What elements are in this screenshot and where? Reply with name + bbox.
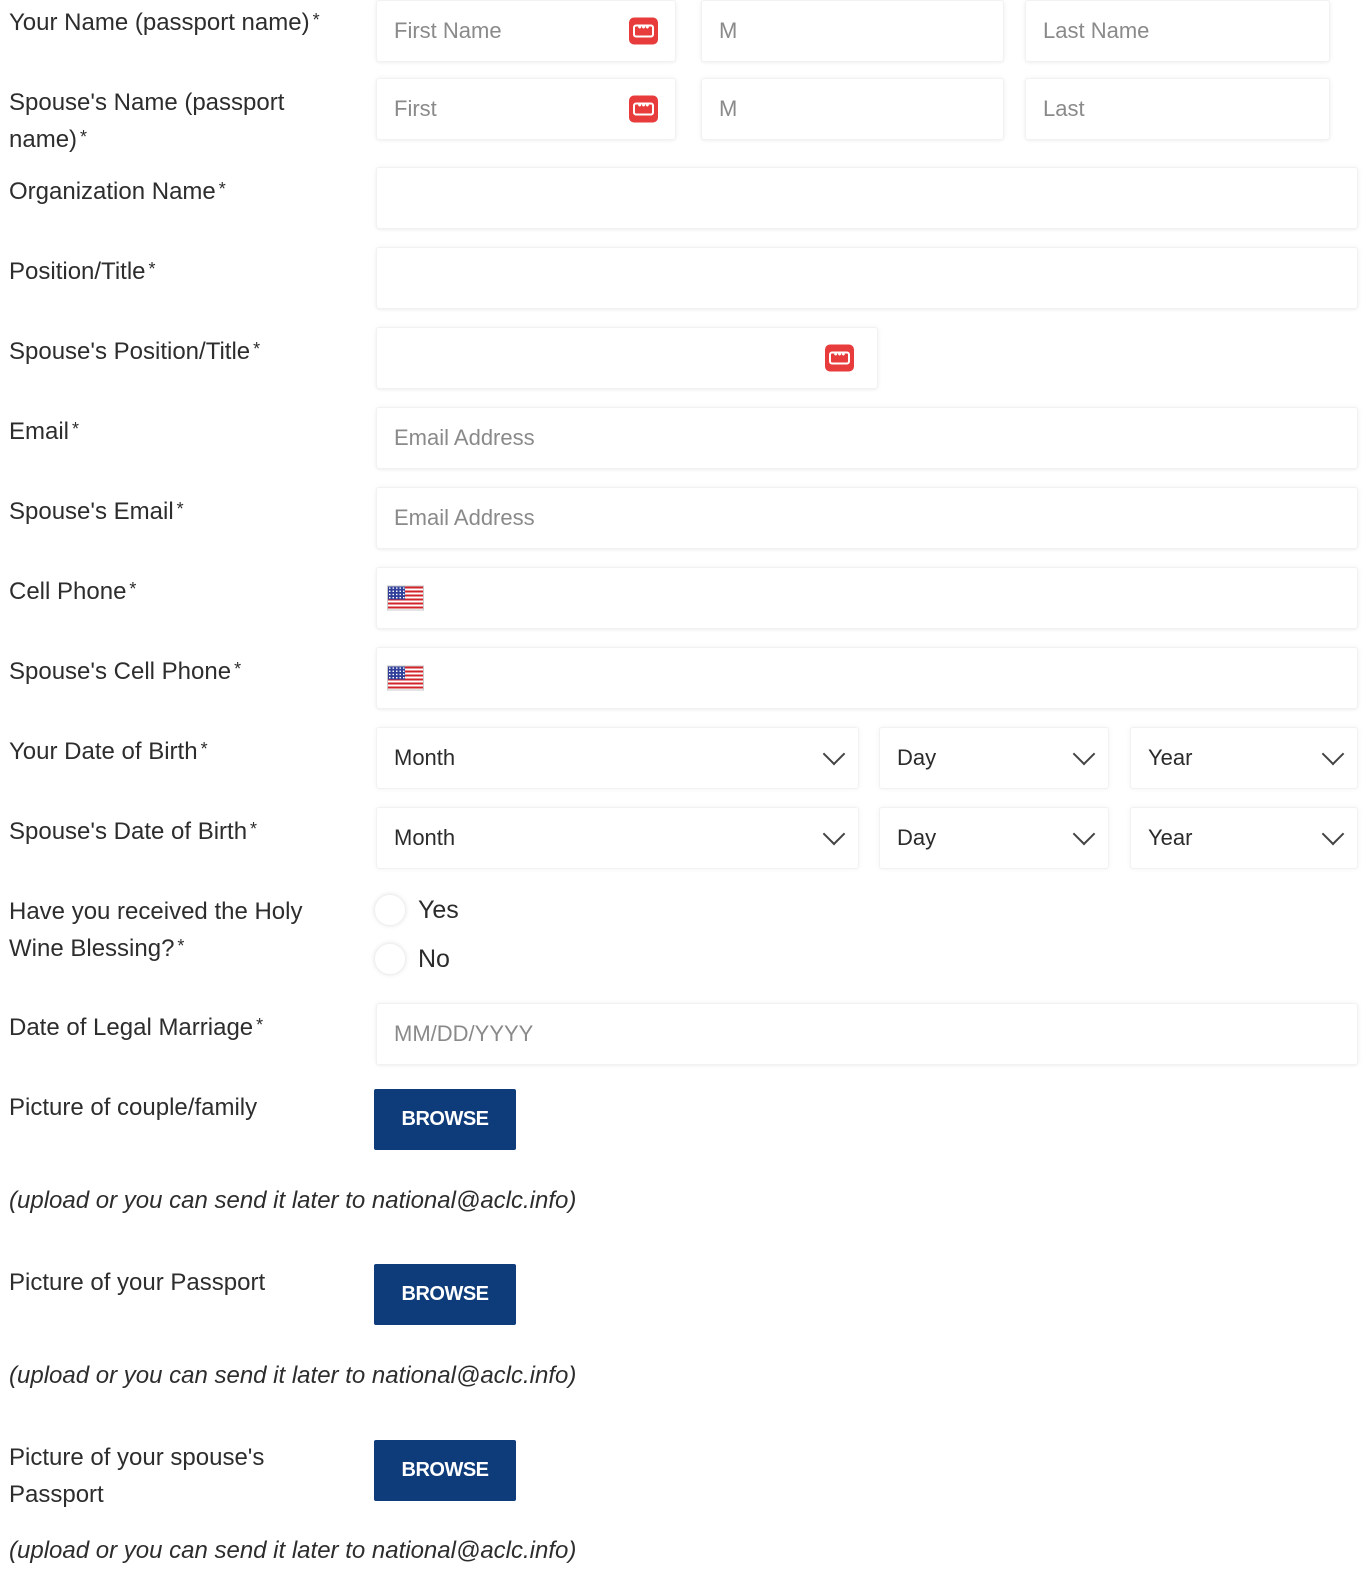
spouse-dob-day-value: Day xyxy=(897,825,937,850)
dob-month-value: Month xyxy=(394,745,456,770)
email-placeholder: Email Address xyxy=(394,425,535,450)
spouse-middle-initial-input[interactable]: M xyxy=(701,78,1004,140)
couple-picture-label: Picture of couple/family xyxy=(9,1094,258,1121)
email-label: Email * xyxy=(9,418,80,445)
spouse-dob-label: Spouse's Date of Birth * xyxy=(9,818,258,845)
passport-picture-label: Picture of your Passport xyxy=(9,1269,266,1296)
chevron-down-icon xyxy=(822,822,846,846)
spouse-cell-phone-label: Spouse's Cell Phone * xyxy=(9,658,242,685)
dob-year-select[interactable]: Year xyxy=(1130,727,1358,789)
last-name-input[interactable]: Last Name xyxy=(1025,0,1330,62)
couple-picture-browse-button[interactable]: BROWSE xyxy=(374,1089,516,1150)
spouse-email-placeholder: Email Address xyxy=(394,505,535,530)
dob-day-value: Day xyxy=(897,745,937,770)
first-name-input[interactable]: First Name xyxy=(376,0,676,62)
us-flag-icon[interactable] xyxy=(387,585,424,611)
spouse-email-label: Spouse's Email * xyxy=(9,498,184,525)
spouse-last-name-input[interactable]: Last xyxy=(1025,78,1330,140)
spouse-middle-initial-placeholder: M xyxy=(719,96,738,121)
your-dob-label: Your Date of Birth * xyxy=(9,738,208,765)
keypass-icon[interactable] xyxy=(629,95,658,123)
spouse-dob-month-value: Month xyxy=(394,825,456,850)
organization-input[interactable] xyxy=(376,167,1358,229)
chevron-down-icon xyxy=(1321,742,1345,766)
chevron-down-icon xyxy=(1321,822,1345,846)
keypass-icon[interactable] xyxy=(825,344,854,372)
dob-day-select[interactable]: Day xyxy=(879,727,1109,789)
chevron-down-icon xyxy=(822,742,846,766)
holy-wine-yes-option[interactable]: Yes xyxy=(374,894,459,926)
chevron-down-icon xyxy=(1072,742,1096,766)
spouse-cell-phone-input[interactable] xyxy=(376,647,1358,709)
position-input[interactable] xyxy=(376,247,1358,309)
keypass-icon[interactable] xyxy=(629,17,658,45)
spouse-passport-picture-note: (upload or you can send it later to nati… xyxy=(9,1537,577,1564)
marriage-date-placeholder: MM/DD/YYYY xyxy=(394,1021,534,1046)
first-name-placeholder: First Name xyxy=(394,18,502,43)
dob-month-select[interactable]: Month xyxy=(376,727,859,789)
holy-wine-yes-label[interactable]: Yes xyxy=(418,896,459,925)
marriage-date-input[interactable]: MM/DD/YYYY xyxy=(376,1003,1358,1065)
holy-wine-no-option[interactable]: No xyxy=(374,943,450,975)
us-flag-icon[interactable] xyxy=(387,665,424,691)
spouse-position-input[interactable] xyxy=(376,327,878,389)
couple-picture-note: (upload or you can send it later to nati… xyxy=(9,1187,577,1214)
spouse-passport-picture-browse-button[interactable]: BROWSE xyxy=(374,1440,516,1501)
organization-label: Organization Name * xyxy=(9,178,226,205)
holy-wine-label: Have you received the Holy Wine Blessing… xyxy=(9,898,303,962)
chevron-down-icon xyxy=(1072,822,1096,846)
cell-phone-input[interactable] xyxy=(376,567,1358,629)
spouse-dob-month-select[interactable]: Month xyxy=(376,807,859,869)
middle-initial-placeholder: M xyxy=(719,18,738,43)
passport-picture-note: (upload or you can send it later to nati… xyxy=(9,1362,577,1389)
position-label: Position/Title * xyxy=(9,258,156,285)
last-name-placeholder: Last Name xyxy=(1043,18,1150,43)
spouse-dob-year-select[interactable]: Year xyxy=(1130,807,1358,869)
passport-picture-browse-button[interactable]: BROWSE xyxy=(374,1264,516,1325)
spouse-first-name-input[interactable]: First xyxy=(376,78,676,140)
middle-initial-input[interactable]: M xyxy=(701,0,1004,62)
dob-year-value: Year xyxy=(1148,745,1193,770)
holy-wine-no-radio[interactable] xyxy=(374,943,406,975)
email-input[interactable]: Email Address xyxy=(376,407,1358,469)
spouse-name-label: Spouse's Name (passport name) * xyxy=(9,89,285,153)
spouse-last-name-placeholder: Last xyxy=(1043,96,1085,121)
holy-wine-yes-radio[interactable] xyxy=(374,894,406,926)
marriage-date-label: Date of Legal Marriage * xyxy=(9,1014,264,1041)
spouse-first-name-placeholder: First xyxy=(394,96,437,121)
spouse-email-input[interactable]: Email Address xyxy=(376,487,1358,549)
cell-phone-label: Cell Phone * xyxy=(9,578,137,605)
your-name-label: Your Name (passport name) * xyxy=(9,9,320,36)
spouse-dob-day-select[interactable]: Day xyxy=(879,807,1109,869)
holy-wine-no-label[interactable]: No xyxy=(418,945,450,974)
spouse-dob-year-value: Year xyxy=(1148,825,1193,850)
spouse-position-label: Spouse's Position/Title * xyxy=(9,338,261,365)
spouse-passport-picture-label: Picture of your spouse's Passport xyxy=(9,1444,265,1508)
